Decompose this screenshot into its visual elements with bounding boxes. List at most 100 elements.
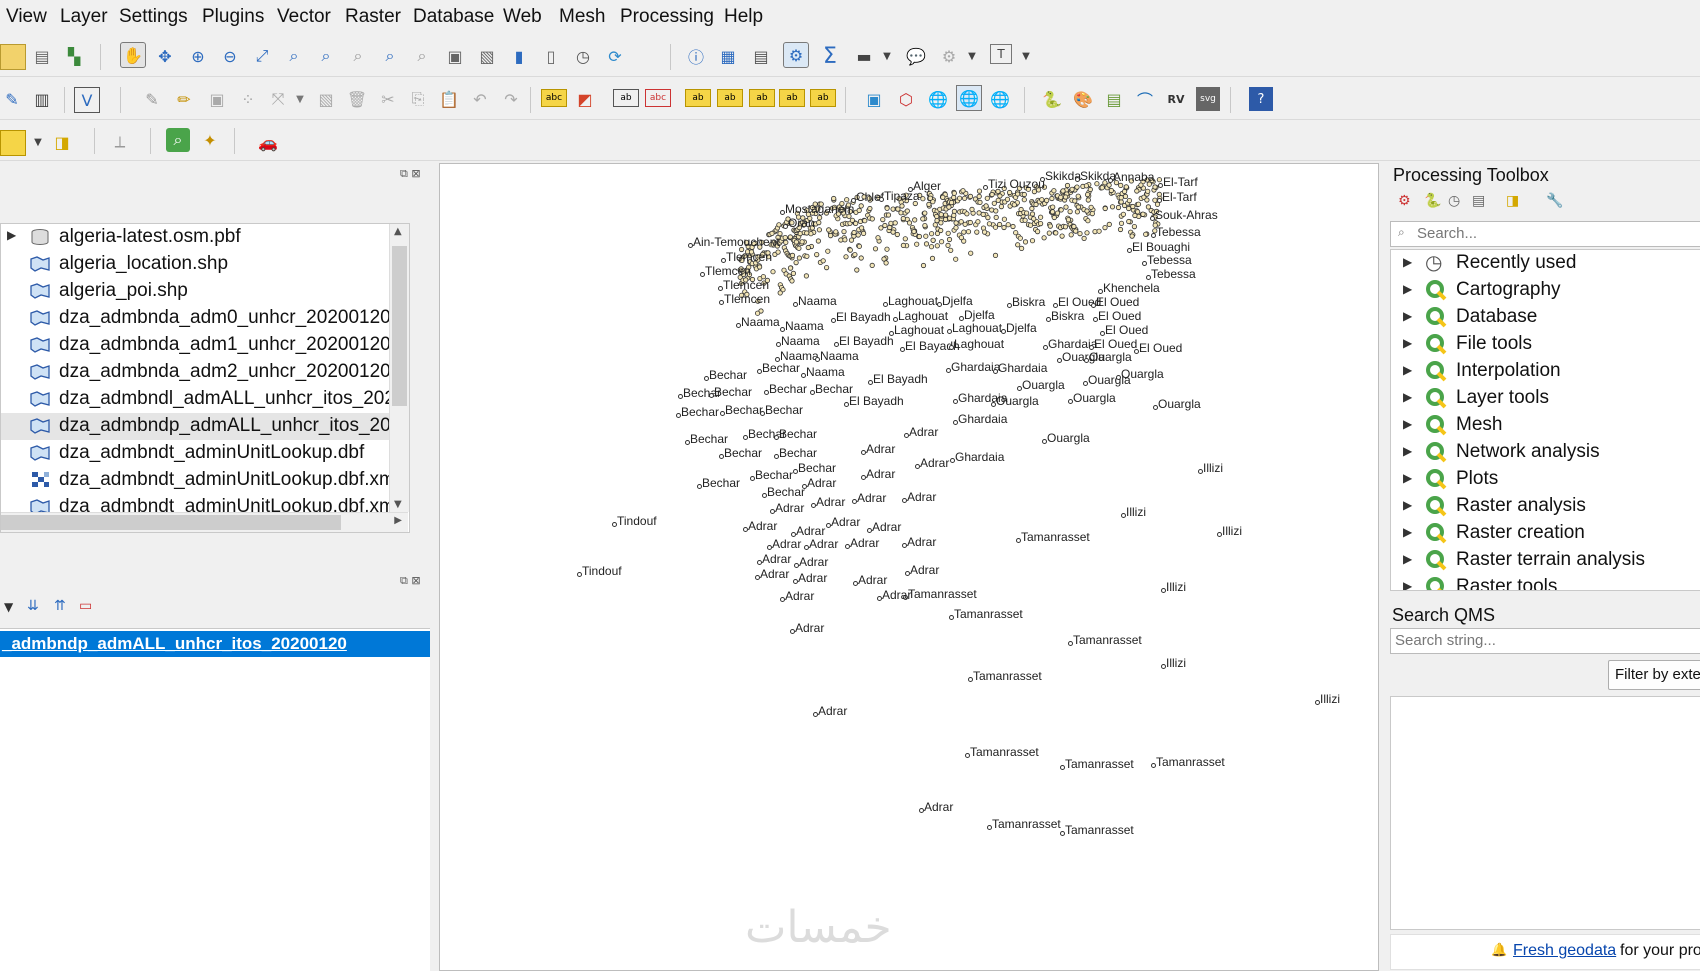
annotation-dropdown-icon[interactable]: ▼ bbox=[1014, 44, 1038, 68]
delete-selected-icon[interactable]: 🗑 bbox=[345, 87, 369, 111]
current-edits-icon[interactable]: ✎ bbox=[0, 87, 24, 111]
scripts-icon[interactable]: 🐍 bbox=[1424, 193, 1441, 209]
actions-dropdown-icon[interactable]: ▼ bbox=[960, 44, 984, 68]
paste-icon[interactable]: 📋 bbox=[437, 87, 461, 111]
scroll-down-icon[interactable]: ▼ bbox=[394, 499, 402, 510]
menu-vector[interactable]: Vector bbox=[277, 6, 331, 28]
menu-view[interactable]: View bbox=[6, 6, 47, 28]
scroll-up-icon[interactable]: ▲ bbox=[394, 226, 402, 237]
gps-globe-icon[interactable]: 🌐 bbox=[956, 85, 982, 111]
show-hide-labels-icon[interactable]: ab bbox=[717, 89, 743, 107]
zoom-full-icon[interactable]: ⤢ bbox=[250, 44, 274, 68]
processing-toolbox-icon[interactable]: ⚙ bbox=[783, 42, 809, 68]
move-feature-icon[interactable]: ⤧ bbox=[266, 87, 290, 111]
print-layout-icon[interactable]: ▤ bbox=[30, 44, 54, 68]
rotate-label-icon[interactable]: ab bbox=[779, 89, 805, 107]
label-toolbar-icon[interactable]: abc bbox=[541, 89, 567, 107]
processing-search-input[interactable]: ⌕ Search... bbox=[1390, 221, 1700, 247]
tree-item[interactable]: dza_admbndl_admALL_unhcr_itos_2020012 bbox=[1, 386, 406, 413]
new-bookmark-icon[interactable]: ▮ bbox=[507, 44, 531, 68]
expand-arrow-icon[interactable]: ▶ bbox=[1403, 390, 1412, 404]
expand-arrow-icon[interactable]: ▶ bbox=[1403, 498, 1412, 512]
zoom-in-icon[interactable]: ⊕ bbox=[186, 44, 210, 68]
statistics-icon[interactable]: ▤ bbox=[749, 44, 773, 68]
network-plugin-icon[interactable]: ⌒ bbox=[1133, 87, 1157, 111]
collapse-all-icon[interactable]: ⇈ bbox=[54, 598, 66, 614]
pin-labels-icon[interactable]: ab bbox=[685, 89, 711, 107]
style-manager-icon[interactable]: ▚ bbox=[62, 44, 86, 68]
label-tool-icon[interactable]: ab bbox=[613, 89, 639, 107]
layer-stack-icon[interactable]: ▤ bbox=[1102, 87, 1126, 111]
change-label-icon[interactable]: ab bbox=[810, 89, 836, 107]
select-dropdown-icon[interactable]: ▼ bbox=[26, 130, 50, 154]
tree-item[interactable]: dza_admbnda_adm2_unhcr_20200120.shp bbox=[1, 359, 406, 386]
magic-wand-icon[interactable]: ✦ bbox=[198, 128, 222, 152]
zoom-native-icon[interactable]: ⌕ bbox=[346, 44, 370, 68]
panel-float-close-icon[interactable]: ⧉ ⊠ bbox=[400, 167, 421, 181]
help-icon[interactable]: ? bbox=[1249, 87, 1273, 111]
plugin-palette-icon[interactable]: 🎨 bbox=[1071, 87, 1095, 111]
actions-icon[interactable]: ⚙ bbox=[937, 44, 961, 68]
redo-icon[interactable]: ↷ bbox=[499, 87, 523, 111]
identify-icon[interactable]: ⓘ bbox=[684, 44, 708, 68]
tree-item[interactable]: dza_admbndt_adminUnitLookup.dbf.xml bbox=[1, 467, 406, 494]
edit-features-icon[interactable]: ◨ bbox=[1506, 193, 1519, 209]
zoom-last-icon[interactable]: ⌕ bbox=[378, 44, 402, 68]
svg-plugin-icon[interactable]: svg bbox=[1196, 87, 1220, 111]
geometry-checker-icon[interactable]: ⬡ bbox=[894, 87, 918, 111]
copy-icon[interactable]: ⎘ bbox=[406, 87, 430, 111]
diagram-icon[interactable]: ◩ bbox=[573, 87, 597, 111]
menu-processing[interactable]: Processing bbox=[620, 6, 714, 28]
expand-arrow-icon[interactable]: ▶ bbox=[1403, 282, 1412, 296]
menu-layer[interactable]: Layer bbox=[60, 6, 108, 28]
zoom-selection-icon[interactable]: ⌕ bbox=[282, 44, 306, 68]
select-by-value-icon[interactable]: ◨ bbox=[50, 130, 74, 154]
tree-item[interactable]: algeria_poi.shp bbox=[1, 278, 406, 305]
scroll-right-icon[interactable]: ▶ bbox=[394, 515, 402, 526]
move-label-icon[interactable]: ab bbox=[749, 89, 775, 107]
expand-arrow-icon[interactable]: ▶ bbox=[1403, 336, 1412, 350]
vertical-scrollbar[interactable]: ▲ ▼ bbox=[389, 224, 409, 512]
undo-icon[interactable]: ↶ bbox=[468, 87, 492, 111]
temporal-controller-icon[interactable]: ◷ bbox=[571, 44, 595, 68]
tree-item[interactable]: dza_admbnda_adm1_unhcr_20200120.shp bbox=[1, 332, 406, 359]
tree-item[interactable]: dza_admbndt_adminUnitLookup.dbf bbox=[1, 440, 406, 467]
quick-osm-icon[interactable]: ⌕ bbox=[166, 128, 190, 152]
sigma-icon[interactable]: Σ bbox=[818, 44, 842, 69]
tree-item[interactable]: algeria_location.shp bbox=[1, 251, 406, 278]
measure-icon[interactable]: ▬ bbox=[852, 44, 876, 68]
expand-arrow-icon[interactable]: ▶ bbox=[1403, 309, 1412, 323]
network-globe-icon[interactable]: 🌐 bbox=[988, 87, 1012, 111]
new-map-view-icon[interactable]: ▣ bbox=[443, 44, 467, 68]
menu-help[interactable]: Help bbox=[724, 6, 763, 28]
pan-to-selection-icon[interactable]: ✥ bbox=[153, 44, 177, 68]
menu-raster[interactable]: Raster bbox=[345, 6, 401, 28]
models-icon[interactable]: ⚙ bbox=[1398, 193, 1411, 209]
expand-arrow-icon[interactable]: ▶ bbox=[1403, 552, 1412, 566]
panel-float-close-icon[interactable]: ⧉ ⊠ bbox=[400, 574, 421, 588]
zoom-out-icon[interactable]: ⊖ bbox=[218, 44, 242, 68]
pan-hand-icon[interactable]: ✋ bbox=[120, 42, 146, 68]
save-edits-icon[interactable]: ▣ bbox=[205, 87, 229, 111]
show-bookmarks-icon[interactable]: ▯ bbox=[539, 44, 563, 68]
expand-arrow-icon[interactable]: ▶ bbox=[1403, 471, 1412, 485]
rv-plugin-icon[interactable]: RV bbox=[1164, 87, 1188, 111]
results-icon[interactable]: ▤ bbox=[1472, 193, 1485, 209]
map-tips-icon[interactable]: 💬 bbox=[904, 44, 928, 68]
layer-row-selected[interactable]: _admbndp_admALL_unhcr_itos_20200120 bbox=[0, 631, 430, 657]
zoom-next-icon[interactable]: ⌕ bbox=[410, 44, 434, 68]
georeferencer-icon[interactable]: ▣ bbox=[862, 87, 886, 111]
expand-arrow-icon[interactable]: ▶ bbox=[1403, 417, 1412, 431]
expand-arrow-icon[interactable]: ▶ bbox=[1403, 579, 1412, 590]
menu-web[interactable]: Web bbox=[503, 6, 542, 28]
new-project-icon[interactable] bbox=[0, 44, 26, 70]
scrollbar-thumb[interactable] bbox=[1, 515, 341, 530]
remove-layer-icon[interactable]: ▭ bbox=[79, 598, 92, 614]
filter-by-extent-button[interactable]: Filter by exte bbox=[1608, 660, 1700, 690]
history-icon[interactable]: ◷ bbox=[1448, 193, 1460, 209]
python-console-icon[interactable]: 🐍 bbox=[1040, 87, 1064, 111]
toggle-editing-icon[interactable]: ▥ bbox=[30, 87, 54, 111]
zoom-layer-icon[interactable]: ⌕ bbox=[314, 44, 338, 68]
qms-search-input[interactable]: Search string... bbox=[1390, 628, 1700, 654]
add-feature-icon[interactable]: ⁘ bbox=[236, 87, 260, 111]
